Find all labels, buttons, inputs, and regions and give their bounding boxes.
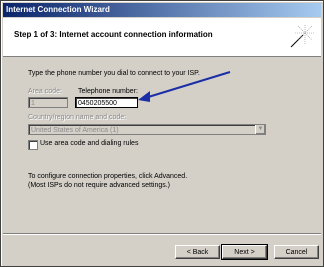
cancel-button[interactable]: Cancel — [274, 245, 319, 259]
country-label: Country/region name and code: — [28, 114, 127, 121]
next-button[interactable]: Next > — [221, 244, 268, 260]
wizard-window: Internet Connection Wizard Step 1 of 3: … — [0, 0, 324, 267]
advanced-info-line1: To configure connection properties, clic… — [28, 173, 188, 180]
back-button[interactable]: < Back — [175, 245, 220, 259]
use-area-code-label: Use area code and dialing rules — [40, 140, 139, 147]
title-bar: Internet Connection Wizard — [3, 3, 321, 17]
wizard-header: Step 1 of 3: Internet account connection… — [3, 18, 321, 57]
button-separator — [3, 233, 321, 235]
use-area-code-checkbox[interactable] — [28, 140, 38, 150]
area-code-input[interactable]: 1 — [28, 97, 68, 108]
area-code-label: Area code: — [28, 88, 62, 95]
country-selected-value: United States of America (1) — [31, 127, 119, 134]
advanced-info-line2: (Most ISPs do not require advanced setti… — [28, 182, 171, 189]
telephone-label: Telephone number: — [78, 88, 138, 95]
telephone-input[interactable]: 0450205500 — [75, 97, 138, 108]
instruction-text: Type the phone number you dial to connec… — [28, 70, 200, 77]
step-title: Step 1 of 3: Internet account connection… — [14, 30, 213, 39]
chevron-down-icon[interactable]: ▼ — [255, 125, 265, 134]
country-select[interactable]: United States of America (1) ▼ — [28, 124, 266, 135]
wizard-sparkle-icon — [290, 25, 315, 48]
